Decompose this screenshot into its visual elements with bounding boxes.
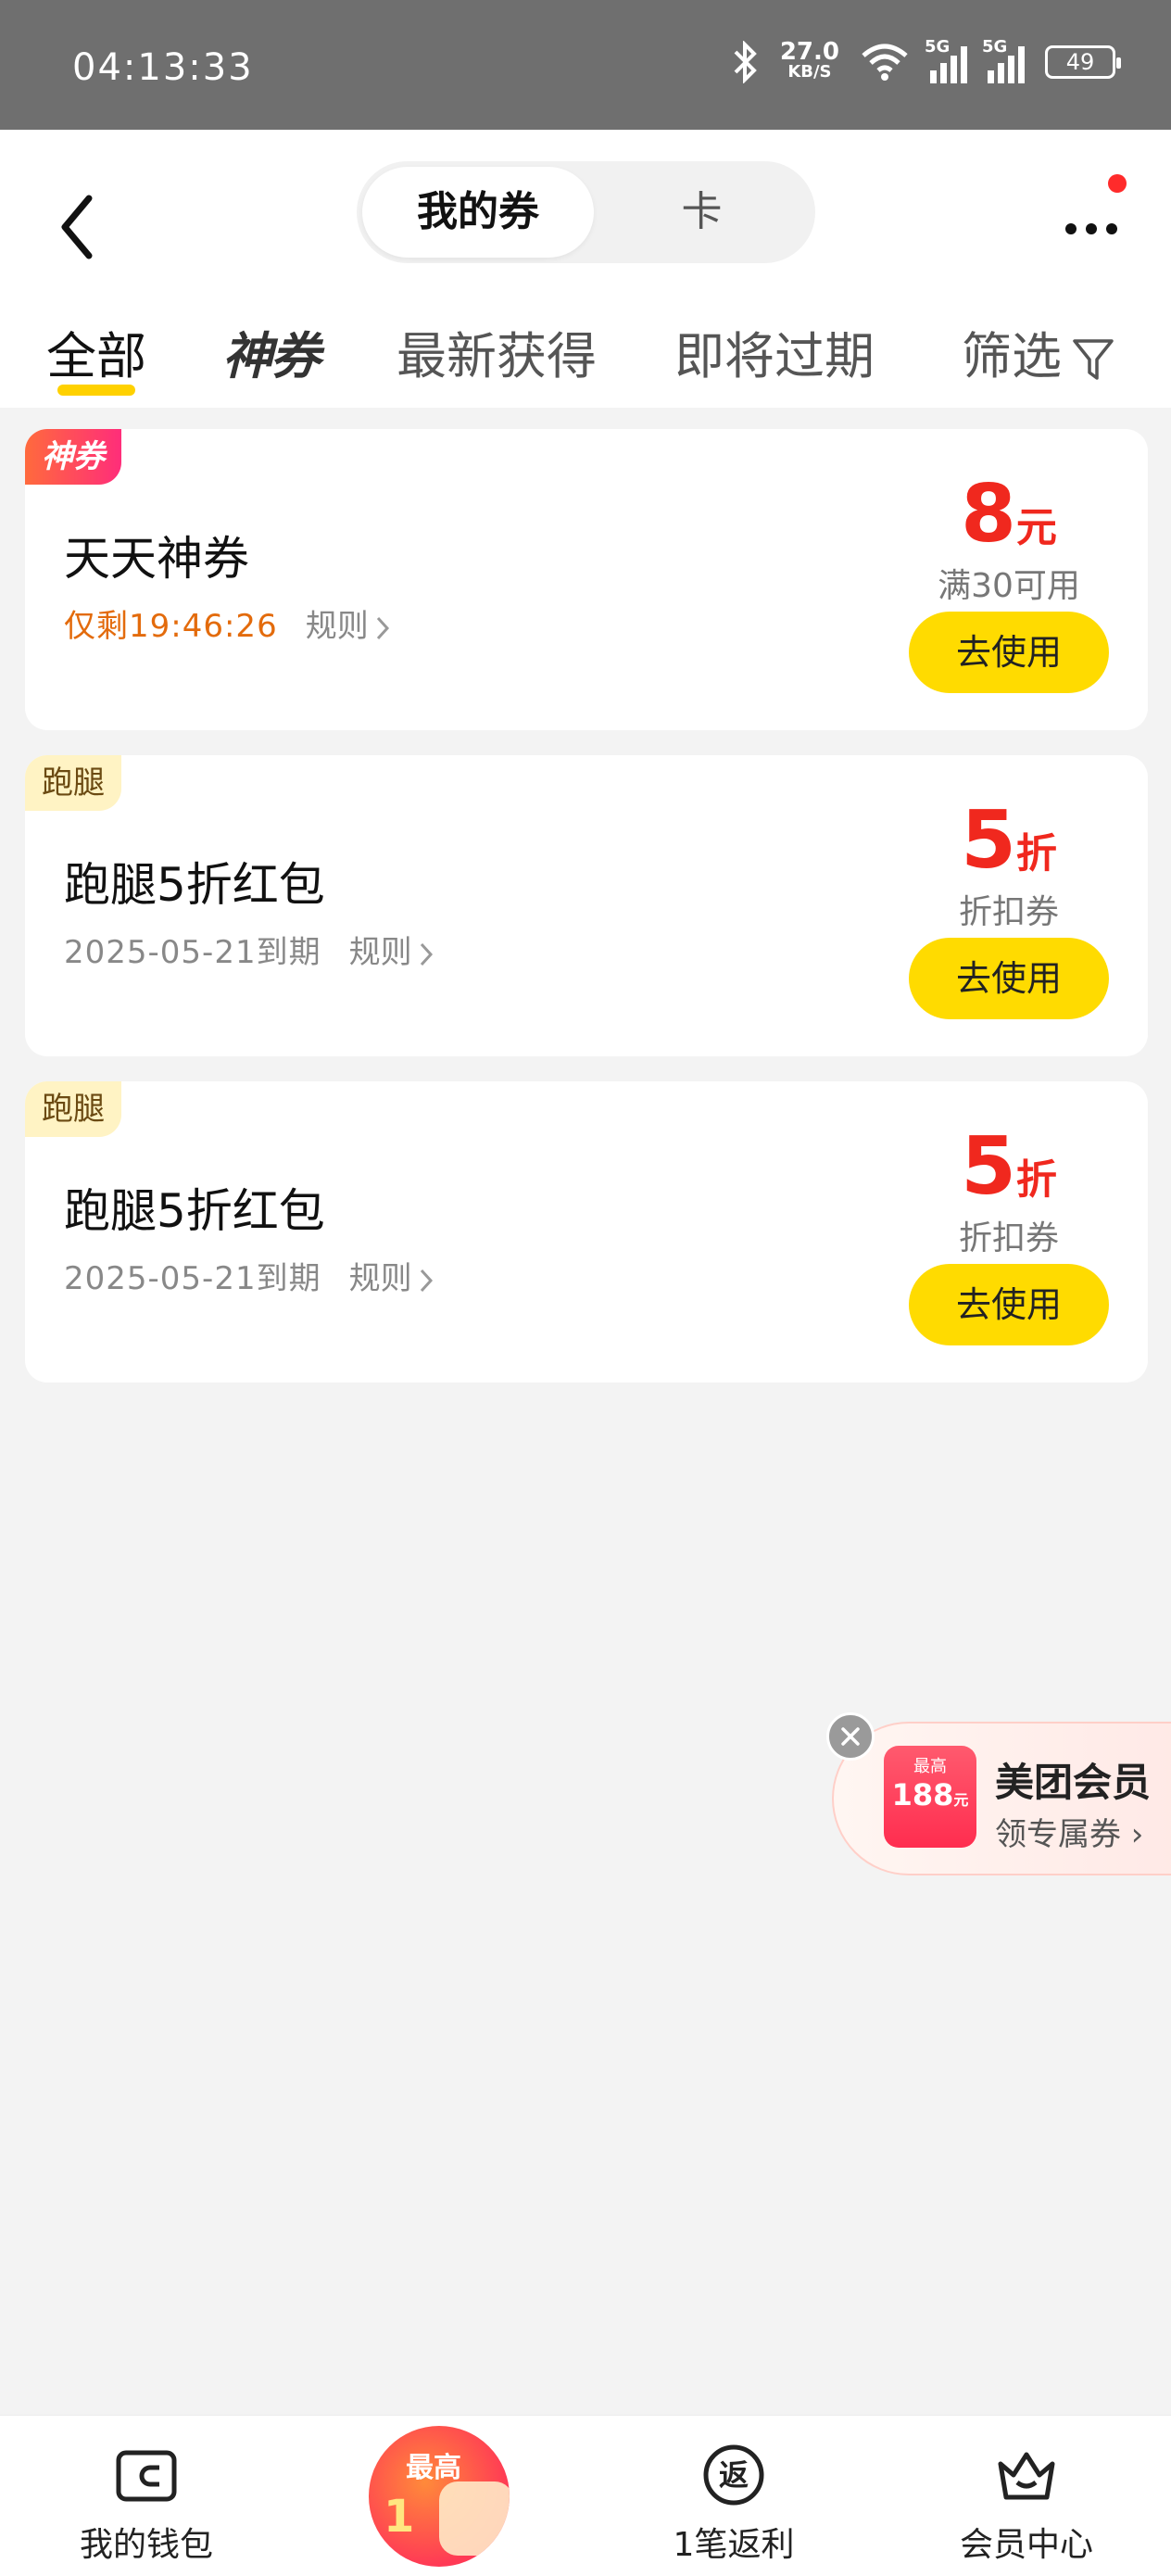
coupon-rule-link[interactable]: 规则 xyxy=(306,608,391,645)
promo-bottom-text: 1 xyxy=(384,2491,415,2543)
tab-expiring[interactable]: 即将过期 xyxy=(674,315,875,388)
coupon-rule-label: 规则 xyxy=(348,934,412,971)
nav-member-center[interactable]: 会员中心 xyxy=(911,2416,1142,2576)
header: 我的券 卡 全部 神券 最新获得 即将过期 筛选 xyxy=(0,130,1171,408)
status-bar: 04:13:33 27.0 KB/S 5G 5G 49 xyxy=(0,0,1171,130)
coupon-condition: 折扣券 xyxy=(958,1219,1059,1257)
bottom-nav: 我的钱包 返 1笔返利 会员中心 xyxy=(0,2415,1171,2576)
rebate-icon: 返 xyxy=(703,2444,764,2506)
close-icon[interactable] xyxy=(826,1712,875,1761)
ad-badge-amount: 188元 xyxy=(891,1777,969,1812)
coupon-title: 天天神券 xyxy=(64,532,249,586)
filter-tabs: 全部 神券 最新获得 即将过期 筛选 xyxy=(0,297,1171,408)
segment-cards[interactable]: 卡 xyxy=(594,167,810,258)
coupon-title: 跑腿5折红包 xyxy=(64,858,325,912)
coupon-title: 跑腿5折红包 xyxy=(64,1184,325,1238)
coupon-tag: 神券 xyxy=(25,429,121,485)
coupon-card[interactable]: 跑腿 跑腿5折红包 2025-05-21到期 规则 5折 折扣券 去使用 xyxy=(25,755,1148,1056)
coupon-tag: 跑腿 xyxy=(25,1081,121,1137)
coupon-amount-unit: 折 xyxy=(1015,830,1057,878)
back-button[interactable] xyxy=(48,185,104,269)
coupon-amount: 5折 xyxy=(907,1120,1111,1213)
use-coupon-button[interactable]: 去使用 xyxy=(909,1264,1109,1345)
wallet-icon xyxy=(116,2450,177,2502)
coupon-meta: 2025-05-21到期 规则 xyxy=(64,927,434,972)
coupon-expiry: 2025-05-21到期 xyxy=(64,1260,321,1297)
speed-unit: KB/S xyxy=(787,62,832,82)
network-speed: 27.0 KB/S xyxy=(780,40,839,82)
coupon-amount-value: 5 xyxy=(961,1120,1016,1213)
notification-dot xyxy=(1108,174,1127,193)
segment-control: 我的券 卡 xyxy=(357,161,815,263)
coupon-card[interactable]: 跑腿 跑腿5折红包 2025-05-21到期 规则 5折 折扣券 去使用 xyxy=(25,1081,1148,1383)
coupon-card[interactable]: 神券 天天神券 仅剩19:46:26 规则 8元 满30可用 去使用 xyxy=(25,429,1148,730)
signal-1-label: 5G xyxy=(925,37,951,57)
signal-icon-2: 5G xyxy=(982,37,1025,83)
svg-text:返: 返 xyxy=(719,2457,749,2493)
tab-newest[interactable]: 最新获得 xyxy=(397,315,597,388)
coupon-rule-label: 规则 xyxy=(348,1260,412,1297)
coupon-amount-unit: 元 xyxy=(1015,504,1057,551)
wifi-icon xyxy=(862,44,908,81)
chevron-right-icon xyxy=(420,1269,433,1292)
use-coupon-button[interactable]: 去使用 xyxy=(909,612,1109,693)
tab-all[interactable]: 全部 xyxy=(46,315,146,388)
bluetooth-icon xyxy=(734,41,757,83)
promo-top-text: 最高 xyxy=(406,2452,461,2484)
filter-icon xyxy=(1073,339,1114,381)
signal-icon-1: 5G xyxy=(925,37,967,83)
nav-wallet-label: 我的钱包 xyxy=(79,2526,213,2564)
coupon-amount-unit: 折 xyxy=(1015,1156,1057,1204)
coupon-amount: 5折 xyxy=(907,794,1111,887)
status-time: 04:13:33 xyxy=(72,46,254,89)
ad-subtitle: 领专属券 › xyxy=(995,1816,1144,1853)
use-coupon-button[interactable]: 去使用 xyxy=(909,938,1109,1019)
gift-icon xyxy=(439,2481,510,2556)
coupon-amount-value: 5 xyxy=(961,794,1016,887)
ad-badge-top: 最高 xyxy=(913,1757,947,1776)
ad-coupon-badge: 最高 188元 xyxy=(884,1746,976,1848)
coupon-rule-link[interactable]: 规则 xyxy=(349,1260,434,1297)
chevron-right-icon xyxy=(420,942,433,966)
signal-2-label: 5G xyxy=(982,37,1008,57)
tab-active-indicator xyxy=(57,385,135,396)
nav-rebate-label: 1笔返利 xyxy=(673,2526,795,2564)
nav-rebate[interactable]: 返 1笔返利 xyxy=(618,2416,850,2576)
promo-gift-button[interactable]: 最高 1 xyxy=(369,2426,510,2567)
coupon-expiry: 2025-05-21到期 xyxy=(64,934,321,971)
chevron-right-icon xyxy=(376,616,389,639)
ad-title: 美团会员 xyxy=(995,1760,1152,1805)
coupon-amount: 8元 xyxy=(907,468,1111,561)
coupon-amount-value: 8 xyxy=(961,468,1016,561)
coupon-rule-label: 规则 xyxy=(305,608,369,645)
coupon-rule-link[interactable]: 规则 xyxy=(349,934,434,971)
coupon-tag: 跑腿 xyxy=(25,755,121,811)
nav-member-label: 会员中心 xyxy=(959,2526,1093,2564)
segment-my-coupons[interactable]: 我的券 xyxy=(362,167,594,258)
coupon-condition: 折扣券 xyxy=(958,893,1059,931)
more-icon[interactable] xyxy=(1056,195,1130,259)
crown-icon xyxy=(998,2452,1055,2500)
tab-filter[interactable]: 筛选 xyxy=(962,315,1115,388)
battery-icon: 49 xyxy=(1045,45,1121,79)
nav-wallet[interactable]: 我的钱包 xyxy=(31,2416,262,2576)
coupon-meta: 2025-05-21到期 规则 xyxy=(64,1253,434,1298)
coupon-countdown: 仅剩19:46:26 xyxy=(64,608,278,645)
tab-shen-coupon[interactable]: 神券 xyxy=(222,315,321,388)
tab-filter-label: 筛选 xyxy=(962,327,1062,385)
coupon-condition: 满30可用 xyxy=(938,567,1080,605)
coupon-meta: 仅剩19:46:26 规则 xyxy=(64,600,391,646)
status-icons: 27.0 KB/S 5G 5G 49 xyxy=(732,37,1121,83)
membership-float-ad[interactable]: 最高 188元 美团会员 领专属券 › xyxy=(832,1722,1171,1875)
